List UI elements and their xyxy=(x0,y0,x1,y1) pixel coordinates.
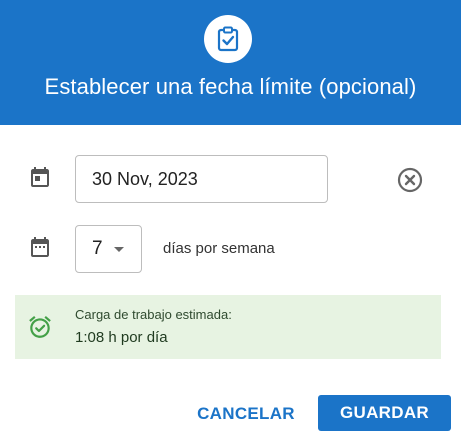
dialog-header: Establecer una fecha límite (opcional) xyxy=(0,0,461,125)
due-date-value: 30 Nov, 2023 xyxy=(92,169,198,189)
workload-label: Carga de trabajo estimada: xyxy=(75,307,232,322)
days-per-week-value: 7 xyxy=(92,238,103,259)
days-per-week-select[interactable]: 7 xyxy=(75,225,142,273)
clear-circle-icon xyxy=(397,167,423,193)
due-date-dialog: Establecer una fecha límite (opcional) 3… xyxy=(0,0,461,436)
dialog-title: Establecer una fecha límite (opcional) xyxy=(44,74,417,99)
alarm-clock-icon xyxy=(29,316,51,338)
calendar-icon xyxy=(31,167,49,187)
chevron-down-icon xyxy=(114,247,124,252)
save-button[interactable]: GUARDAR xyxy=(318,395,451,431)
header-icon-badge xyxy=(204,15,252,63)
cancel-button[interactable]: CANCELAR xyxy=(183,397,309,431)
due-date-input[interactable]: 30 Nov, 2023 xyxy=(75,155,328,203)
calendar-week-icon xyxy=(31,237,49,257)
clipboard-check-icon xyxy=(217,26,239,52)
days-per-week-label: días por semana xyxy=(163,240,275,257)
workload-value: 1:08 h por día xyxy=(75,329,168,346)
workload-estimate-box: Carga de trabajo estimada: 1:08 h por dí… xyxy=(15,295,441,359)
clear-date-button[interactable] xyxy=(397,167,423,193)
